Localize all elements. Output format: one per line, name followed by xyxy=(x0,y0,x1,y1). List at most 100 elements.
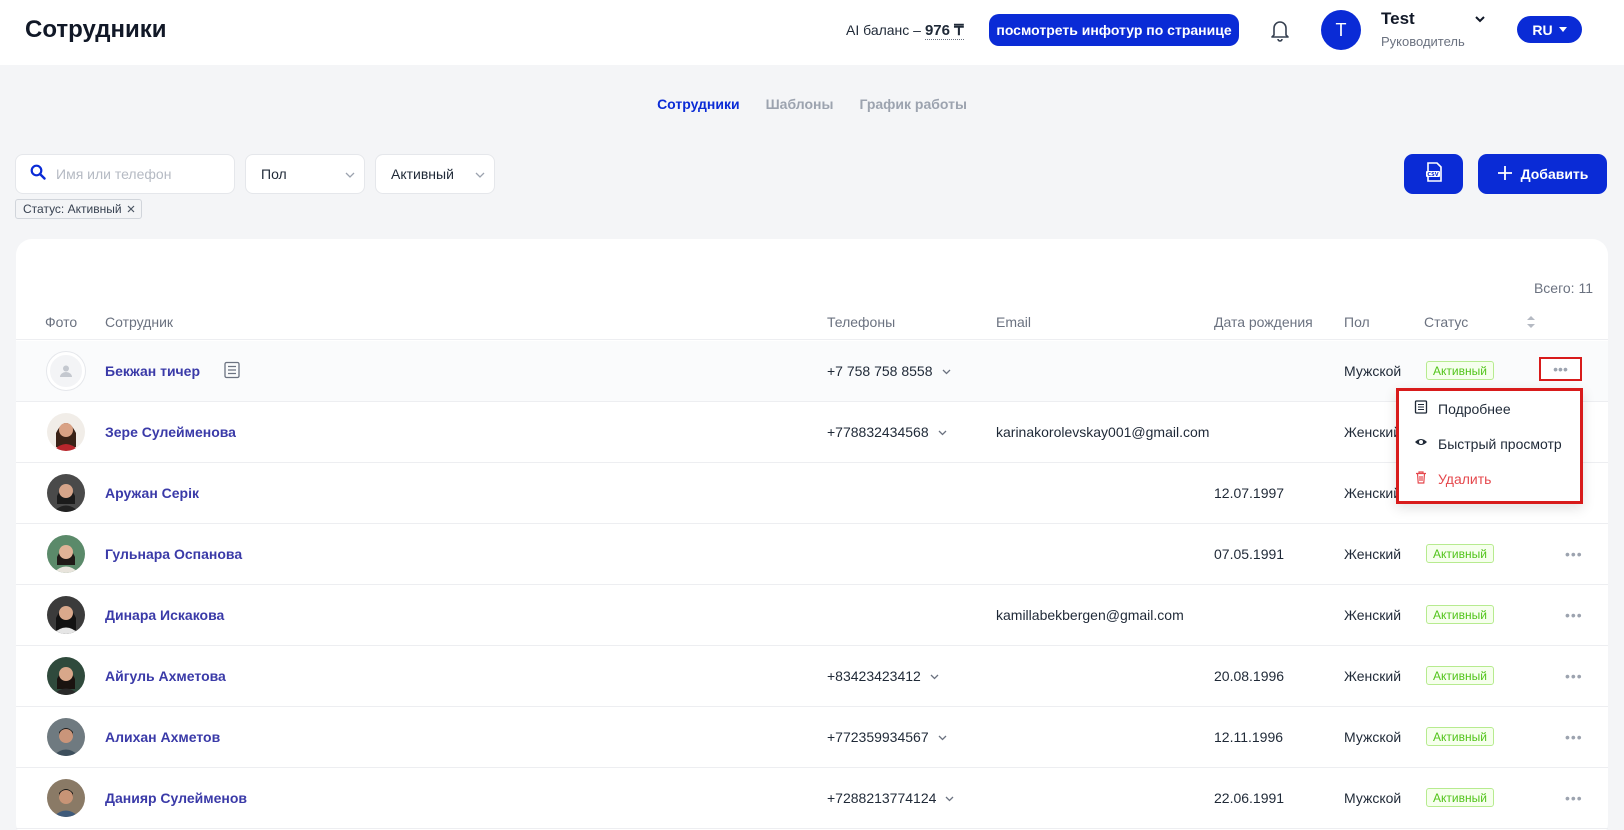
status-select[interactable]: Активный xyxy=(375,154,495,194)
row-actions-button[interactable]: ••• xyxy=(1565,668,1583,684)
infotour-button[interactable]: посмотреть инфотур по странице xyxy=(989,14,1239,46)
email-cell: kamillabekbergen@gmail.com xyxy=(996,607,1184,623)
document-icon xyxy=(1414,400,1428,417)
search-input[interactable] xyxy=(56,166,216,182)
row-actions-button[interactable]: ••• xyxy=(1565,546,1583,562)
gender-cell: Женский xyxy=(1344,546,1402,562)
birthdate-cell: 07.05.1991 xyxy=(1214,546,1285,562)
chevron-down-icon xyxy=(938,735,947,740)
phone-cell[interactable]: +83423423412 xyxy=(827,668,940,684)
employee-name-link[interactable]: Айгуль Ахметова xyxy=(105,668,226,684)
active-filter-tag: Статус: Активный xyxy=(15,199,142,219)
row-actions-button[interactable]: ••• xyxy=(1565,790,1583,806)
sort-icon[interactable] xyxy=(1525,314,1537,330)
user-role: Руководитель xyxy=(1381,34,1465,49)
chevron-down-icon xyxy=(930,674,939,679)
close-icon[interactable] xyxy=(127,202,135,216)
col-email: Email xyxy=(996,314,1032,330)
menu-item-quick-view[interactable]: Быстрый просмотр xyxy=(1414,435,1562,452)
table-row[interactable]: Динара Искакова kamillabekbergen@gmail.c… xyxy=(16,585,1608,646)
phone-cell[interactable]: +7288213774124 xyxy=(827,790,955,806)
table-row[interactable]: Бекжан тичер +7 758 758 8558 Мужской Акт… xyxy=(16,341,1608,402)
gender-cell: Мужской xyxy=(1344,790,1402,806)
birthdate-cell: 12.11.1996 xyxy=(1214,729,1284,745)
tab-schedule[interactable]: График работы xyxy=(859,96,967,112)
plus-icon xyxy=(1497,165,1513,184)
user-avatar[interactable]: T xyxy=(1321,10,1361,50)
tab-employees[interactable]: Сотрудники xyxy=(657,96,740,112)
menu-item-label: Быстрый просмотр xyxy=(1438,435,1562,452)
document-icon[interactable] xyxy=(223,361,241,379)
employee-name-link[interactable]: Аружан Серік xyxy=(105,485,199,501)
employee-name-link[interactable]: Алихан Ахметов xyxy=(105,729,220,745)
gender-cell: Женский xyxy=(1344,424,1402,440)
tab-templates[interactable]: Шаблоны xyxy=(766,96,834,112)
employees-table-card: Всего: 11 Фото Сотрудник Телефоны Email … xyxy=(16,239,1608,830)
avatar xyxy=(47,779,85,817)
phone-cell[interactable]: +7 758 758 8558 xyxy=(827,363,952,379)
export-csv-button[interactable]: CSV xyxy=(1404,154,1463,194)
table-row[interactable]: Данияр Сулейменов +7288213774124 22.06.1… xyxy=(16,768,1608,829)
user-name[interactable]: Test xyxy=(1381,9,1415,29)
col-status: Статус xyxy=(1424,314,1469,330)
row-actions-button-active[interactable]: ••• xyxy=(1539,357,1582,381)
employee-name-link[interactable]: Гульнара Оспанова xyxy=(105,546,242,562)
birthdate-cell: 20.08.1996 xyxy=(1214,668,1285,684)
avatar-placeholder xyxy=(47,352,85,390)
row-actions-button[interactable]: ••• xyxy=(1565,607,1583,623)
svg-text:CSV: CSV xyxy=(1427,172,1438,178)
chevron-down-icon xyxy=(945,796,954,801)
filter-tag-label: Статус: Активный xyxy=(23,202,122,216)
phone-cell[interactable]: +778832434568 xyxy=(827,424,948,440)
avatar xyxy=(47,718,85,756)
menu-item-label: Удалить xyxy=(1438,470,1492,487)
avatar xyxy=(47,596,85,634)
phone-number: +778832434568 xyxy=(827,424,929,440)
status-badge: Активный xyxy=(1426,788,1494,807)
email-cell: karinakorolevskay001@gmail.com xyxy=(996,424,1210,440)
gender-cell: Мужской xyxy=(1344,363,1402,379)
table-row[interactable]: Зере Сулейменова +778832434568 karinakor… xyxy=(16,402,1608,463)
bell-icon[interactable] xyxy=(1268,17,1292,43)
gender-select-value: Пол xyxy=(261,166,287,182)
table-row[interactable]: Алихан Ахметов +772359934567 12.11.1996 … xyxy=(16,707,1608,768)
chevron-down-icon xyxy=(474,168,486,180)
chevron-down-icon xyxy=(942,369,950,374)
status-select-value: Активный xyxy=(391,166,454,182)
menu-item-label: Подробнее xyxy=(1438,400,1511,417)
table-row[interactable]: Гульнара Оспанова 07.05.1991 Женский Акт… xyxy=(16,524,1608,585)
add-button-label: Добавить xyxy=(1520,166,1589,182)
col-employee: Сотрудник xyxy=(105,314,174,330)
phone-cell[interactable]: +772359934567 xyxy=(827,729,948,745)
employee-name-link[interactable]: Бекжан тичер xyxy=(105,363,200,379)
table-row[interactable]: Айгуль Ахметова +83423423412 20.08.1996 … xyxy=(16,646,1608,707)
row-actions-button[interactable]: ••• xyxy=(1565,729,1583,745)
employee-name-link[interactable]: Динара Искакова xyxy=(105,607,224,623)
add-employee-button[interactable]: Добавить xyxy=(1478,154,1607,194)
gender-cell: Женский xyxy=(1344,607,1402,623)
avatar xyxy=(47,535,85,573)
gender-select[interactable]: Пол xyxy=(245,154,365,194)
status-badge: Активный xyxy=(1426,666,1494,685)
section-tabs: Сотрудники Шаблоны График работы xyxy=(0,96,1624,112)
total-count: Всего: 11 xyxy=(1533,280,1593,296)
search-icon xyxy=(30,164,46,185)
avatar xyxy=(47,413,85,451)
ai-balance-amount[interactable]: 976 ₸ xyxy=(924,21,964,40)
menu-item-delete[interactable]: Удалить xyxy=(1414,470,1491,487)
table-header: Фото Сотрудник Телефоны Email Дата рожде… xyxy=(16,310,1608,340)
employee-name-link[interactable]: Данияр Сулейменов xyxy=(105,790,247,806)
phone-number: +7 758 758 8558 xyxy=(827,363,933,379)
table-row[interactable]: Аружан Серік 12.07.1997 Женский xyxy=(16,463,1608,524)
status-badge: Активный xyxy=(1426,727,1494,746)
gender-cell: Женский xyxy=(1344,485,1402,501)
employee-name-link[interactable]: Зере Сулейменова xyxy=(105,424,236,440)
search-box xyxy=(15,154,235,194)
chevron-down-icon[interactable] xyxy=(1473,12,1487,26)
gender-cell: Мужской xyxy=(1344,729,1402,745)
phone-number: +772359934567 xyxy=(827,729,929,745)
caret-down-icon xyxy=(1558,27,1567,32)
menu-item-details[interactable]: Подробнее xyxy=(1414,400,1511,417)
status-badge: Активный xyxy=(1426,544,1494,563)
language-select[interactable]: RU xyxy=(1517,16,1582,43)
